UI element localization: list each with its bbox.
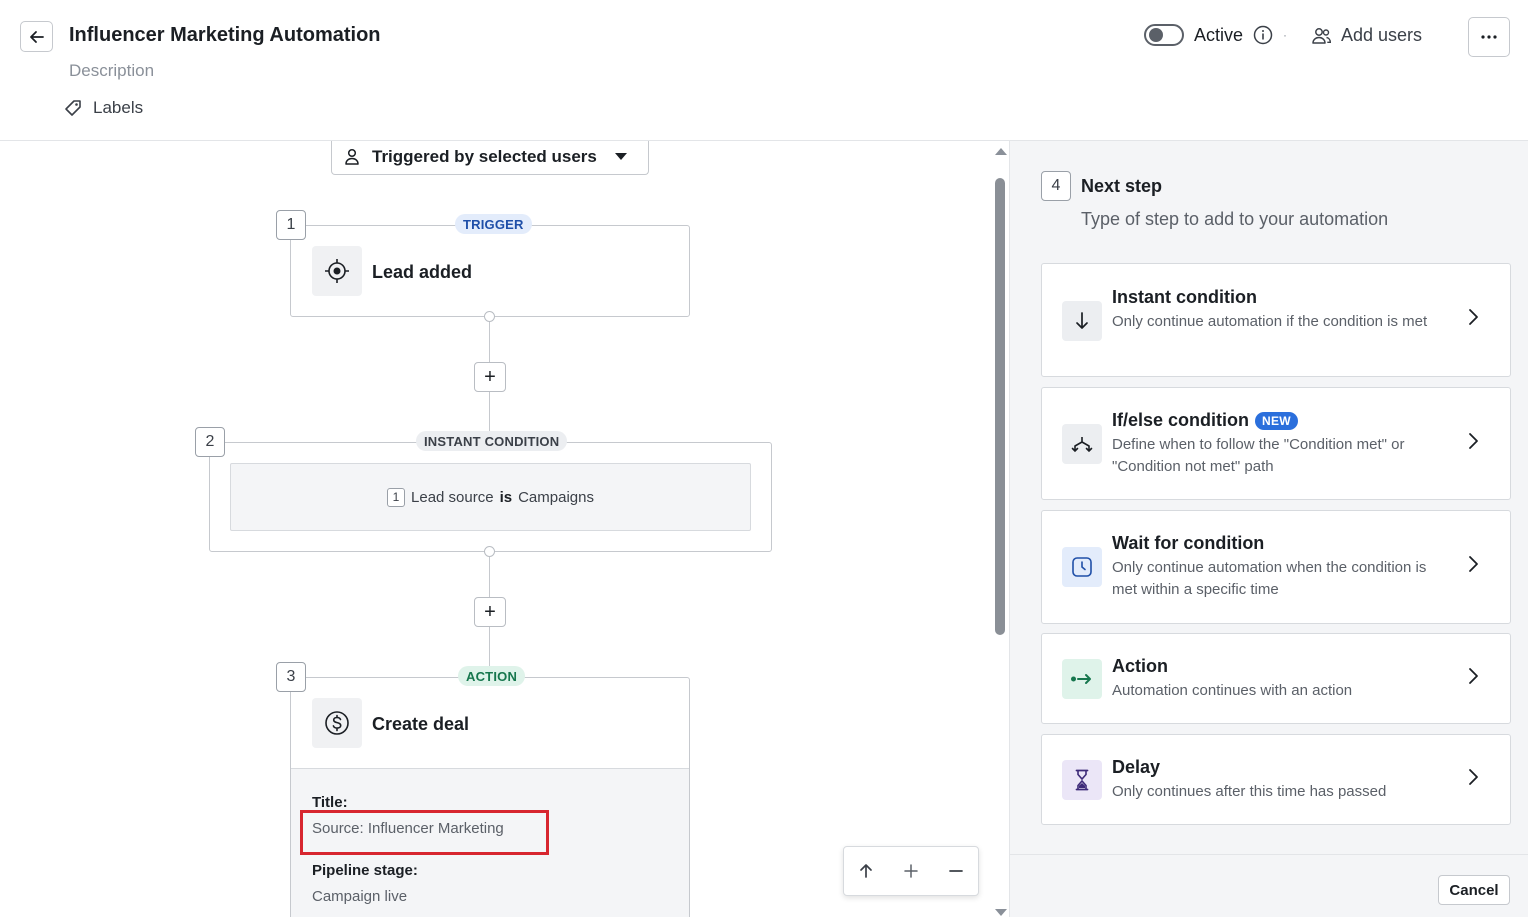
minus-icon <box>948 870 963 872</box>
connector-line <box>489 322 490 362</box>
arrow-up-icon <box>860 864 873 878</box>
info-icon[interactable] <box>1253 25 1273 45</box>
chevron-right-icon <box>1469 433 1478 449</box>
next-step-panel: 4 Next step Type of step to add to your … <box>1009 141 1528 917</box>
branch-icon <box>1062 424 1102 464</box>
option-title: Wait for condition <box>1112 533 1265 553</box>
option-title: Instant condition <box>1112 287 1257 307</box>
option-title: If/else condition NEW <box>1112 410 1298 431</box>
option-delay[interactable]: Delay Only continues after this time has… <box>1041 734 1511 825</box>
scroll-down-icon[interactable] <box>995 909 1007 916</box>
back-button[interactable] <box>20 21 53 52</box>
condition-index: 1 <box>387 487 406 507</box>
condition-operator: is <box>499 488 513 506</box>
option-instant-condition[interactable]: Instant condition Only continue automati… <box>1041 263 1511 377</box>
action-tag: ACTION <box>458 666 526 686</box>
add-step-button[interactable]: + <box>474 362 506 392</box>
hourglass-icon <box>1062 760 1102 800</box>
condition-value: Campaigns <box>518 488 594 506</box>
option-description: Define when to follow the "Condition met… <box>1112 436 1405 475</box>
add-users-button[interactable]: Add users <box>1311 25 1422 46</box>
person-icon <box>345 148 359 165</box>
option-if-else-condition[interactable]: If/else condition NEW Define when to fol… <box>1041 387 1511 500</box>
step-card-trigger[interactable]: Lead added <box>290 225 690 317</box>
option-description: Automation continues with an action <box>1112 682 1353 699</box>
labels-button[interactable]: Labels <box>63 98 143 118</box>
step-number: 3 <box>276 662 306 692</box>
fit-up-button[interactable] <box>851 856 881 886</box>
tag-icon <box>65 100 81 116</box>
connector-node <box>484 546 495 557</box>
step-number: 2 <box>195 427 225 457</box>
zoom-controls <box>843 846 979 896</box>
canvas-scrollbar[interactable] <box>993 141 1009 917</box>
connector-line <box>489 557 490 597</box>
option-title: Delay <box>1112 757 1161 777</box>
automation-header: Influencer Marketing Automation Descript… <box>0 0 1528 141</box>
more-options-button[interactable] <box>1468 17 1510 57</box>
action-arrow-icon <box>1062 659 1102 699</box>
option-description: Only continues after this time has passe… <box>1112 783 1387 800</box>
chevron-right-icon <box>1469 668 1478 684</box>
users-icon <box>1312 27 1332 44</box>
arrow-down-icon <box>1062 301 1102 341</box>
option-action[interactable]: Action Automation continues with an acti… <box>1041 633 1511 724</box>
active-label: Active <box>1194 24 1244 45</box>
chevron-right-icon <box>1469 556 1478 572</box>
scroll-thumb[interactable] <box>995 178 1005 635</box>
step-number: 1 <box>276 210 306 240</box>
zoom-out-button[interactable] <box>941 856 971 886</box>
plus-icon <box>904 864 918 878</box>
arrow-left-icon <box>29 30 44 43</box>
step-card-action[interactable]: Create deal Title: Source: Influencer Ma… <box>290 677 690 917</box>
condition-rule[interactable]: 1 Lead source is Campaigns <box>230 463 751 531</box>
clock-icon <box>1062 547 1102 587</box>
cancel-button[interactable]: Cancel <box>1438 875 1510 905</box>
condition-tag: INSTANT CONDITION <box>416 431 568 451</box>
title-label: Title: <box>312 794 348 811</box>
pipeline-stage-label: Pipeline stage: <box>312 862 418 879</box>
chevron-right-icon <box>1469 769 1478 785</box>
caret-down-icon <box>614 153 627 160</box>
option-description: Only continue automation if the conditio… <box>1112 313 1428 330</box>
labels-text: Labels <box>93 98 144 117</box>
panel-subtitle: Type of step to add to your automation <box>1081 209 1389 229</box>
option-title: Action <box>1112 656 1168 676</box>
add-step-button[interactable]: + <box>474 597 506 627</box>
trigger-select-label: Triggered by selected users <box>372 146 597 166</box>
option-description: Only continue automation when the condit… <box>1112 559 1427 598</box>
page-title[interactable]: Influencer Marketing Automation <box>69 24 381 47</box>
description-field[interactable]: Description <box>69 61 154 81</box>
more-dots-icon <box>1481 35 1497 39</box>
chevron-right-icon <box>1469 309 1478 325</box>
scroll-up-icon[interactable] <box>995 148 1007 155</box>
dollar-icon <box>312 698 362 748</box>
add-users-label: Add users <box>1341 25 1423 45</box>
step-title: Create deal <box>372 714 470 734</box>
step-number: 4 <box>1041 171 1071 201</box>
separator-dot: · <box>1283 28 1288 42</box>
condition-field: Lead source <box>411 488 494 506</box>
step-card-condition[interactable]: 1 Lead source is Campaigns <box>209 442 772 552</box>
panel-title: Next step <box>1081 176 1163 196</box>
connector-node <box>484 311 495 322</box>
automation-canvas[interactable]: Triggered by selected users Lead added 1… <box>0 141 1009 917</box>
step-title: Lead added <box>372 262 473 282</box>
panel-divider <box>1010 854 1528 855</box>
pipeline-stage-value: Campaign live <box>312 888 408 905</box>
zoom-in-button[interactable] <box>896 856 926 886</box>
active-toggle[interactable] <box>1144 24 1184 46</box>
highlight-annotation <box>300 810 549 855</box>
trigger-tag: TRIGGER <box>455 214 532 234</box>
option-wait-for-condition[interactable]: Wait for condition Only continue automat… <box>1041 510 1511 624</box>
trigger-select-dropdown[interactable]: Triggered by selected users <box>331 141 649 175</box>
new-badge: NEW <box>1255 411 1298 430</box>
target-icon <box>312 246 362 296</box>
active-toggle-group: Active · <box>1144 24 1287 46</box>
